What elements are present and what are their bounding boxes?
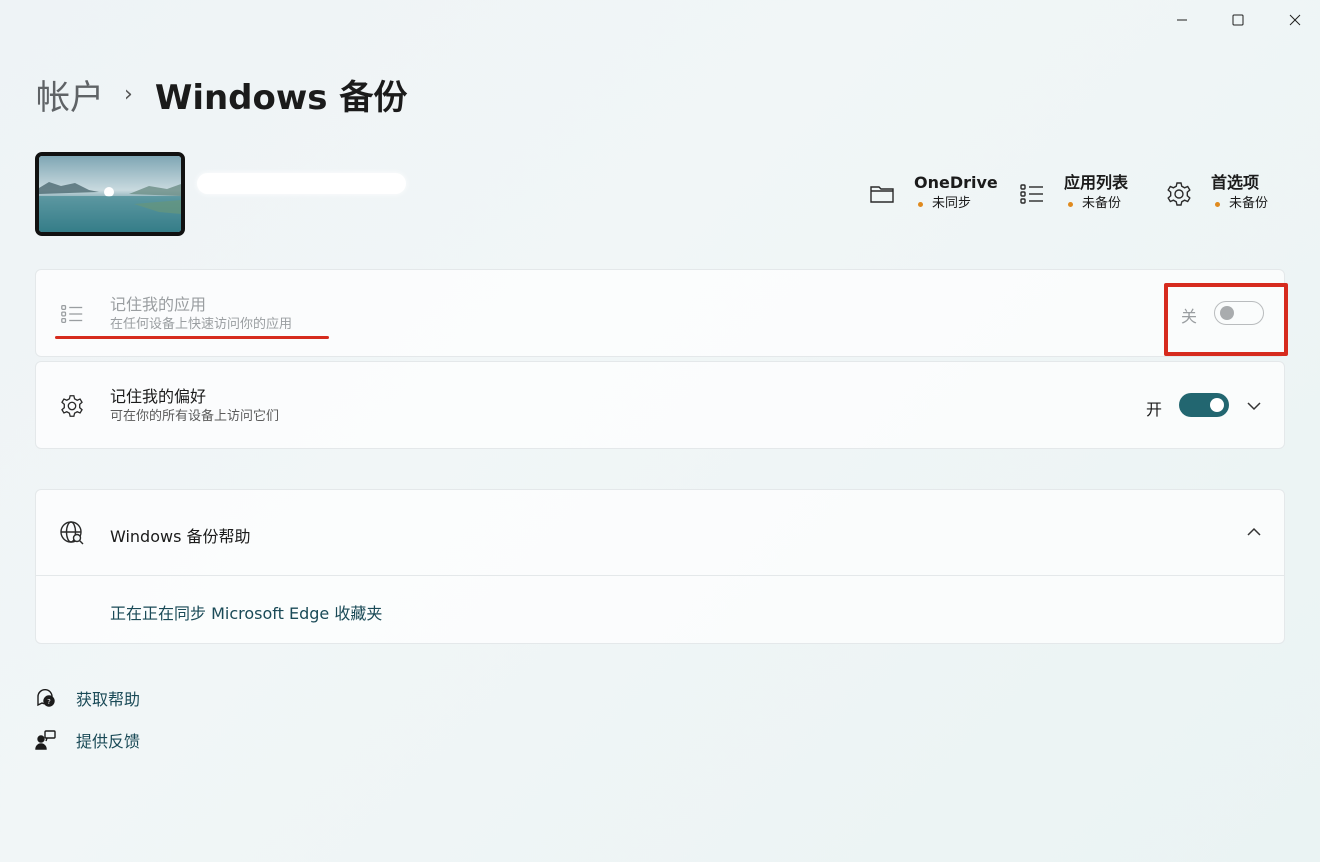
close-button[interactable] xyxy=(1266,0,1320,40)
help-link-edge-favorites[interactable]: 正在正在同步 Microsoft Edge 收藏夹 xyxy=(110,600,382,624)
setting-remember-apps-subtitle: 在任何设备上快速访问你的应用 xyxy=(110,317,293,332)
setting-remember-preferences-title: 记住我的偏好 xyxy=(110,387,207,406)
get-help-link[interactable]: ? 获取帮助 xyxy=(35,686,140,710)
breadcrumb: 帐户 › Windows 备份 xyxy=(36,70,407,118)
annotation-underline xyxy=(55,336,329,339)
maximize-button[interactable] xyxy=(1209,0,1267,40)
status-app-list-title: 应用列表 xyxy=(1064,173,1129,192)
status-dot xyxy=(1068,201,1073,207)
list-icon xyxy=(1018,180,1046,208)
feedback-link[interactable]: 提供反馈 xyxy=(35,728,140,752)
minimize-button[interactable] xyxy=(1153,0,1211,40)
status-dot xyxy=(918,201,923,207)
feedback-label: 提供反馈 xyxy=(76,732,141,751)
setting-remember-preferences-subtitle: 可在你的所有设备上访问它们 xyxy=(110,409,280,424)
folder-icon xyxy=(868,180,896,208)
feedback-person-icon xyxy=(35,729,57,751)
status-onedrive-title: OneDrive xyxy=(914,173,998,192)
setting-remember-apps-title: 记住我的应用 xyxy=(110,295,207,314)
close-icon xyxy=(1289,14,1301,26)
svg-text:?: ? xyxy=(47,698,51,706)
status-onedrive-state: 未同步 xyxy=(932,196,972,211)
avatar xyxy=(35,152,185,236)
globe-search-icon xyxy=(58,519,86,547)
list-icon xyxy=(58,300,86,328)
gear-icon xyxy=(1165,180,1193,208)
maximize-icon xyxy=(1232,14,1244,26)
setting-remember-preferences[interactable]: 记住我的偏好 可在你的所有设备上访问它们 开 xyxy=(35,361,1285,449)
account-name-redacted xyxy=(197,173,406,194)
chevron-up-icon[interactable] xyxy=(1242,520,1266,544)
annotation-highlight-box xyxy=(1164,283,1288,356)
help-section-title: Windows 备份帮助 xyxy=(110,527,251,546)
remember-preferences-toggle-label: 开 xyxy=(1146,400,1163,419)
setting-remember-apps: 记住我的应用 在任何设备上快速访问你的应用 关 xyxy=(35,269,1285,357)
breadcrumb-separator: › xyxy=(124,81,133,107)
status-dot xyxy=(1215,201,1220,207)
help-section-header[interactable]: Windows 备份帮助 xyxy=(36,490,1284,576)
chevron-down-icon[interactable] xyxy=(1242,394,1266,418)
get-help-label: 获取帮助 xyxy=(76,690,141,709)
toggle-knob xyxy=(1210,398,1224,412)
status-preferences-title: 首选项 xyxy=(1211,173,1260,192)
page-title: Windows 备份 xyxy=(154,77,408,118)
windows-backup-help-section: Windows 备份帮助 正在正在同步 Microsoft Edge 收藏夹 xyxy=(35,489,1285,644)
help-chat-icon: ? xyxy=(35,687,57,709)
remember-preferences-toggle[interactable] xyxy=(1179,393,1229,417)
status-app-list-state: 未备份 xyxy=(1082,196,1122,211)
status-preferences-state: 未备份 xyxy=(1229,196,1269,211)
status-app-list[interactable]: 应用列表 未备份 xyxy=(1018,172,1128,214)
minimize-icon xyxy=(1177,19,1187,21)
status-preferences[interactable]: 首选项 未备份 xyxy=(1165,172,1268,214)
gear-icon xyxy=(58,392,86,420)
status-onedrive[interactable]: OneDrive 未同步 xyxy=(868,172,998,214)
breadcrumb-parent-accounts[interactable]: 帐户 xyxy=(36,70,104,119)
landscape-avatar-image xyxy=(39,156,181,232)
